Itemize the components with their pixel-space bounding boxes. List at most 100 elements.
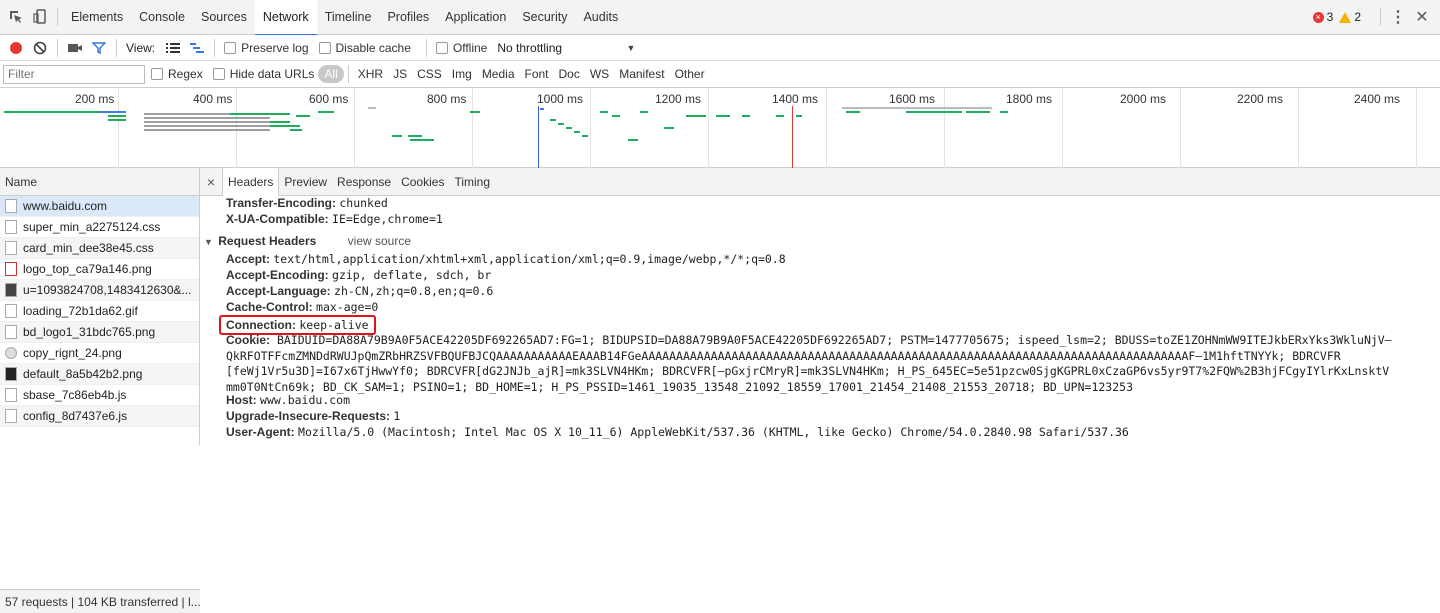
regex-checkbox[interactable]: Regex <box>151 67 203 81</box>
type-filter-css[interactable]: CSS <box>412 65 447 83</box>
tab-headers[interactable]: Headers <box>222 167 280 196</box>
grid-line <box>236 88 237 168</box>
list-item[interactable]: config_8d7437e6.js <box>0 406 199 427</box>
section-title: Request Headers <box>218 234 317 248</box>
warning-icon <box>1339 11 1352 23</box>
image-thumbnail-icon <box>5 283 17 297</box>
close-devtools-icon[interactable]: ✕ <box>1410 5 1434 29</box>
waterfall-bar <box>612 115 620 117</box>
tab-network[interactable]: Network <box>254 0 317 36</box>
capture-screenshots-icon[interactable] <box>63 36 87 60</box>
type-filter-manifest[interactable]: Manifest <box>614 65 669 83</box>
waterfall-bar <box>742 115 750 117</box>
type-filter-img[interactable]: Img <box>447 65 477 83</box>
tab-response[interactable]: Response <box>332 168 396 196</box>
header-value: max-age=0 <box>316 300 379 314</box>
overview-tick-label: 2200 ms <box>1237 92 1284 106</box>
more-options-icon[interactable]: ⋮ <box>1386 5 1410 29</box>
header-row: Accept-Encoding: gzip, deflate, sdch, br <box>226 267 491 283</box>
type-filter-js[interactable]: JS <box>388 65 412 83</box>
overview-tick-label: 1000 ms <box>537 92 584 106</box>
close-detail-icon[interactable]: × <box>200 174 222 190</box>
list-item[interactable]: loading_72b1da62.gif <box>0 301 199 322</box>
filter-bar: Regex Hide data URLs All XHR JS CSS Img … <box>0 61 1440 88</box>
disable-cache-checkbox[interactable]: Disable cache <box>318 41 411 55</box>
header-value: BAIDUID=DA88A79B9A0F5ACE42205DF692265AD7… <box>276 333 1392 347</box>
type-filter-doc[interactable]: Doc <box>554 65 585 83</box>
cookie-header-row: Cookie: BAIDUID=DA88A79B9A0F5ACE42205DF6… <box>226 333 1440 395</box>
list-item[interactable]: sbase_7c86eb4b.js <box>0 385 199 406</box>
header-key: Cookie: <box>226 333 271 347</box>
list-item[interactable]: super_min_a2275124.css <box>0 217 199 238</box>
header-key: Upgrade-Insecure-Requests: <box>226 409 391 423</box>
view-source-link[interactable]: view source <box>348 234 411 248</box>
waterfall-bar <box>108 115 126 117</box>
list-item[interactable]: copy_rignt_24.png <box>0 343 199 364</box>
tab-timing[interactable]: Timing <box>449 168 495 196</box>
waterfall-bar <box>470 111 480 113</box>
header-value: text/html,application/xhtml+xml,applicat… <box>273 252 786 266</box>
checkbox-box[interactable] <box>212 68 225 80</box>
offline-checkbox[interactable]: Offline <box>435 41 487 55</box>
throttling-select[interactable]: No throttling ▼ <box>497 41 635 55</box>
error-counter[interactable]: × 3 <box>1312 10 1333 24</box>
grid-line <box>1416 88 1417 168</box>
preserve-log-checkbox[interactable]: Preserve log <box>224 41 309 55</box>
checkbox-box[interactable] <box>435 41 448 54</box>
record-icon[interactable] <box>4 36 28 60</box>
type-filter-font[interactable]: Font <box>520 65 554 83</box>
tab-console[interactable]: Console <box>131 0 193 35</box>
list-item[interactable]: logo_top_ca79a146.png <box>0 259 199 280</box>
tab-cookies[interactable]: Cookies <box>396 168 449 196</box>
grid-line <box>826 88 827 168</box>
list-item[interactable]: card_min_dee38e45.css <box>0 238 199 259</box>
header-key: X-UA-Compatible: <box>226 212 329 226</box>
waterfall-bar <box>966 111 990 113</box>
divider <box>57 8 58 26</box>
checkbox-box[interactable] <box>224 41 237 54</box>
type-filter-xhr[interactable]: XHR <box>353 65 388 83</box>
tab-timeline[interactable]: Timeline <box>317 0 380 35</box>
overview-tick-label: 1600 ms <box>889 92 936 106</box>
filter-icon[interactable] <box>87 36 111 60</box>
type-filter-all[interactable]: All <box>318 65 344 83</box>
tab-sources[interactable]: Sources <box>193 0 255 35</box>
type-filter-media[interactable]: Media <box>477 65 520 83</box>
clear-icon[interactable] <box>28 36 52 60</box>
tab-audits[interactable]: Audits <box>575 0 626 35</box>
checkbox-box[interactable] <box>151 68 163 80</box>
large-rows-icon[interactable] <box>161 36 185 60</box>
inspect-element-icon[interactable] <box>4 5 28 29</box>
list-item[interactable]: www.baidu.com <box>0 196 199 217</box>
tab-preview[interactable]: Preview <box>279 168 332 196</box>
divider <box>57 38 58 57</box>
grid-line <box>708 88 709 168</box>
request-name: config_8d7437e6.js <box>23 408 128 423</box>
type-filter-ws[interactable]: WS <box>585 65 614 83</box>
request-headers-section-toggle[interactable]: ▼ Request Headers view source <box>204 233 411 250</box>
network-overview[interactable]: 200 ms 400 ms 600 ms 800 ms 1000 ms 1200… <box>0 88 1440 168</box>
tab-elements[interactable]: Elements <box>63 0 131 35</box>
hide-data-urls-checkbox[interactable]: Hide data URLs <box>212 67 314 81</box>
tab-profiles[interactable]: Profiles <box>379 0 437 35</box>
view-label: View: <box>126 40 156 55</box>
waterfall-bar <box>368 107 376 109</box>
list-item[interactable]: default_8a5b42b2.png <box>0 364 199 385</box>
tab-security[interactable]: Security <box>514 0 575 35</box>
list-item[interactable]: bd_logo1_31bdc765.png <box>0 322 199 343</box>
name-column-header[interactable]: Name <box>0 168 199 196</box>
type-filter-other[interactable]: Other <box>670 65 710 83</box>
image-file-icon <box>5 325 17 339</box>
waterfall-view-icon[interactable] <box>185 36 209 60</box>
list-item[interactable]: u=1093824708,1483412630&... <box>0 280 199 301</box>
filter-input[interactable] <box>3 64 145 84</box>
request-name: www.baidu.com <box>23 198 108 213</box>
tab-application[interactable]: Application <box>437 0 514 35</box>
device-mode-icon[interactable] <box>28 5 52 29</box>
overview-tick-label: 2000 ms <box>1120 92 1167 106</box>
checkbox-box[interactable] <box>318 41 331 54</box>
header-key: Accept: <box>226 252 271 266</box>
grid-line <box>472 88 473 168</box>
warning-counter[interactable]: 2 <box>1339 10 1361 24</box>
header-value: zh-CN,zh;q=0.8,en;q=0.6 <box>334 284 494 298</box>
